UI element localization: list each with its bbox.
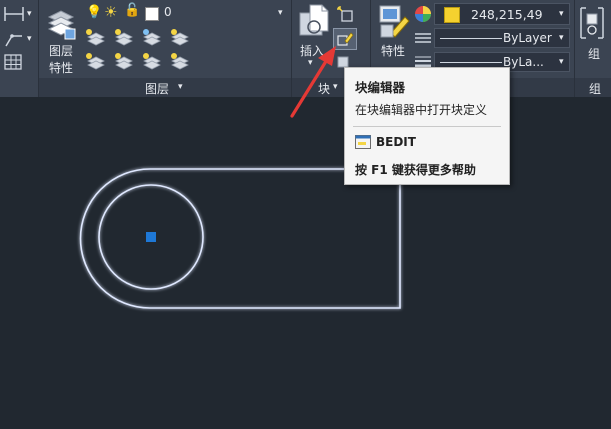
drawing-canvas[interactable]: [0, 118, 611, 429]
insert-block-icon[interactable]: [296, 3, 332, 43]
create-block-icon[interactable]: [336, 5, 354, 23]
linetype-value: ByLayer: [503, 31, 552, 45]
drawing-geometry[interactable]: [0, 118, 611, 429]
color-wheel-icon[interactable]: [414, 5, 432, 23]
layer-tools-row-2[interactable]: [84, 51, 199, 71]
layer-properties-icon[interactable]: [45, 3, 77, 43]
properties-label[interactable]: 特性: [381, 42, 405, 59]
layer-color-swatch[interactable]: [145, 7, 159, 21]
chevron-down-icon[interactable]: ▾: [27, 34, 32, 44]
block-editor-tooltip: 块编辑器 在块编辑器中打开块定义 BEDIT 按 F1 键获得更多帮助: [344, 67, 510, 185]
tooltip-title: 块编辑器: [355, 80, 406, 95]
layer-properties-label-2[interactable]: 特性: [49, 59, 73, 76]
chevron-down-icon[interactable]: ▾: [559, 57, 564, 67]
layer-properties-label[interactable]: 图层: [49, 42, 73, 59]
color-swatch: [444, 7, 460, 23]
chevron-down-icon[interactable]: ▾: [559, 9, 564, 19]
layer-panel-title[interactable]: 图层: [145, 80, 169, 97]
tooltip-description: 在块编辑器中打开块定义: [355, 103, 488, 117]
tooltip-help: 按 F1 键获得更多帮助: [355, 163, 476, 177]
sun-icon[interactable]: ☀: [104, 3, 117, 21]
lock-icon[interactable]: 🔓: [124, 3, 140, 18]
tooltip-divider: [353, 126, 501, 127]
group-panel-title[interactable]: 组: [589, 80, 601, 97]
table-icon[interactable]: [4, 54, 22, 70]
dimension-icon[interactable]: [3, 5, 25, 23]
group-icon[interactable]: [578, 5, 606, 41]
layer-tools-row-1[interactable]: [84, 27, 199, 47]
command-icon: [355, 135, 371, 149]
red-arrow: [290, 46, 336, 118]
layer-dropdown[interactable]: 0: [160, 4, 275, 22]
linetype-icon[interactable]: [414, 31, 432, 45]
chevron-down-icon[interactable]: ▾: [278, 8, 283, 18]
tooltip-command: BEDIT: [376, 135, 416, 149]
color-value: 248,215,49: [471, 7, 543, 22]
chevron-down-icon[interactable]: ▾: [27, 9, 32, 19]
chevron-down-icon[interactable]: ▾: [559, 33, 564, 43]
properties-icon[interactable]: [377, 3, 411, 41]
polyline-icon[interactable]: [4, 30, 24, 48]
center-grip: [146, 232, 156, 242]
bulb-icon[interactable]: 💡: [86, 5, 102, 20]
chevron-down-icon[interactable]: ▾: [178, 82, 183, 92]
group-label[interactable]: 组: [588, 45, 600, 62]
